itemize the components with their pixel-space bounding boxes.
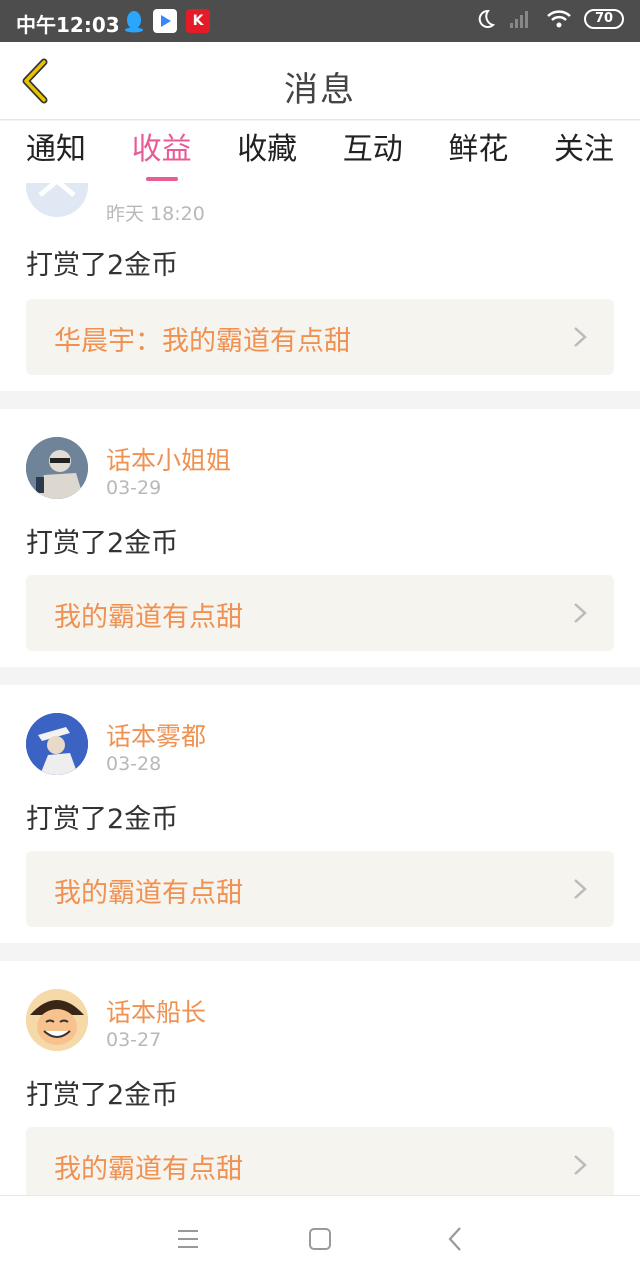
battery-indicator: 70 [584,9,624,29]
qq-notification-icon [122,9,146,33]
video-notification-icon [153,9,177,33]
tab-label: 关注 [553,132,614,167]
message-date: 03-29 [106,477,162,499]
book-title: 我的霸道有点甜 [54,878,243,909]
status-time: 中午12:03 [16,13,120,37]
avatar[interactable] [26,437,88,499]
list-item: 话本船长 03-27 打赏了2金币 我的霸道有点甜 [0,961,640,1195]
message-action: 打赏了2金币 [26,804,179,835]
message-action: 打赏了2金币 [26,1080,179,1111]
user-name[interactable]: 话本雾都 [106,717,206,753]
tab-flowers[interactable]: 鲜花 [448,121,508,183]
avatar[interactable] [26,183,88,217]
back-nav-button[interactable] [440,1224,470,1254]
wifi-icon [547,10,571,28]
status-bar: 中午12:03 K 70 [0,0,640,42]
book-link[interactable]: 我的霸道有点甜 [26,851,614,927]
user-name[interactable]: 话本小姐姐 [106,441,231,477]
book-title: 我的霸道有点甜 [54,1154,243,1185]
home-square-icon [309,1228,331,1250]
active-tab-indicator [145,177,178,181]
message-date: 03-27 [106,1029,162,1051]
tab-label: 通知 [26,132,86,167]
chevron-right-icon [574,603,587,623]
tab-earnings[interactable]: 收益 [132,121,192,183]
tab-interactions[interactable]: 互动 [343,121,403,183]
chevron-right-icon [574,879,587,899]
menu-nav-button[interactable] [173,1224,203,1254]
tab-label: 收藏 [237,132,298,167]
tab-label: 鲜花 [448,132,509,167]
tab-favorites[interactable]: 收藏 [237,121,297,183]
moon-icon [478,9,496,28]
book-title: 华晨宇：我的霸道有点甜 [54,326,351,357]
back-arrow-icon [448,1227,461,1251]
status-right: 70 [474,8,624,30]
book-link[interactable]: 我的霸道有点甜 [26,1127,614,1195]
book-title: 我的霸道有点甜 [54,602,243,633]
message-action: 打赏了2金币 [26,528,179,559]
tab-label: 收益 [131,132,192,167]
list-item: 话本小姐姐 03-29 打赏了2金币 我的霸道有点甜 [0,409,640,667]
message-date: 昨天 18:20 [106,203,205,225]
tab-label: 互动 [342,132,403,167]
tab-bar: 通知 收益 收藏 互动 鲜花 关注 [0,121,640,183]
user-name[interactable]: 话本船长 [106,993,206,1029]
page-title: 消息 [284,70,356,110]
system-nav-bar [0,1195,640,1280]
message-date: 03-28 [106,753,162,775]
app-header: 消息 [0,42,640,120]
list-item: 话本雾都 03-28 打赏了2金币 我的霸道有点甜 [0,685,640,943]
message-action: 打赏了2金币 [26,250,179,281]
tab-notifications[interactable]: 通知 [26,121,86,183]
home-nav-button[interactable] [305,1224,335,1254]
avatar[interactable] [26,989,88,1051]
k-app-notification-icon: K [186,9,210,33]
chevron-right-icon [574,1155,587,1175]
list-item: 昨天 18:20 打赏了2金币 华晨宇：我的霸道有点甜 [0,183,640,391]
book-link[interactable]: 我的霸道有点甜 [26,575,614,651]
tab-following[interactable]: 关注 [554,121,614,183]
menu-icon [178,1230,198,1248]
book-link[interactable]: 华晨宇：我的霸道有点甜 [26,299,614,375]
chevron-right-icon [574,327,587,347]
cellular-signal-icon [510,11,528,28]
avatar[interactable] [26,713,88,775]
message-list[interactable]: 昨天 18:20 打赏了2金币 华晨宇：我的霸道有点甜 话本小姐姐 03-29 … [0,183,640,1195]
